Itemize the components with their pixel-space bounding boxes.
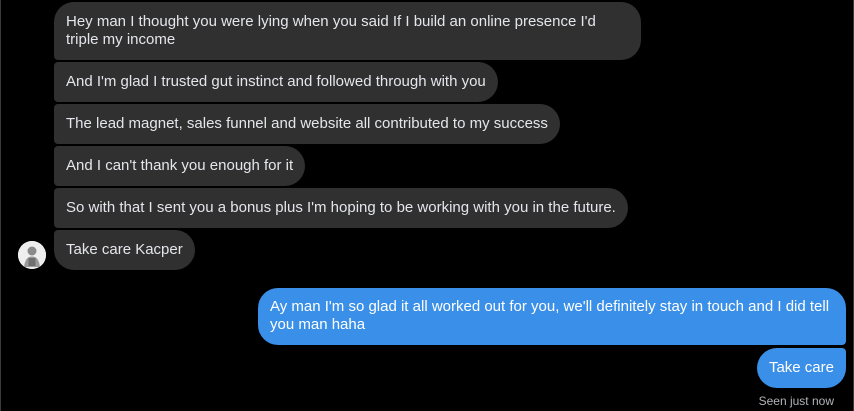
incoming-message[interactable]: Take care Kacper [54,230,195,270]
outgoing-message[interactable]: Take care [756,348,846,388]
seen-status: Seen just now [758,394,834,408]
incoming-message[interactable]: And I can't thank you enough for it [54,146,306,186]
incoming-message[interactable]: So with that I sent you a bonus plus I'm… [54,188,628,228]
contact-avatar[interactable] [18,241,46,269]
incoming-message[interactable]: And I'm glad I trusted gut instinct and … [54,62,498,102]
person-photo-icon [18,241,46,269]
left-edge-divider [0,0,1,411]
chat-thread: Hey man I thought you were lying when yo… [0,0,854,411]
outgoing-message[interactable]: Ay man I'm so glad it all worked out for… [258,288,846,345]
incoming-message[interactable]: Hey man I thought you were lying when yo… [54,2,641,60]
incoming-message[interactable]: The lead magnet, sales funnel and websit… [54,104,560,144]
